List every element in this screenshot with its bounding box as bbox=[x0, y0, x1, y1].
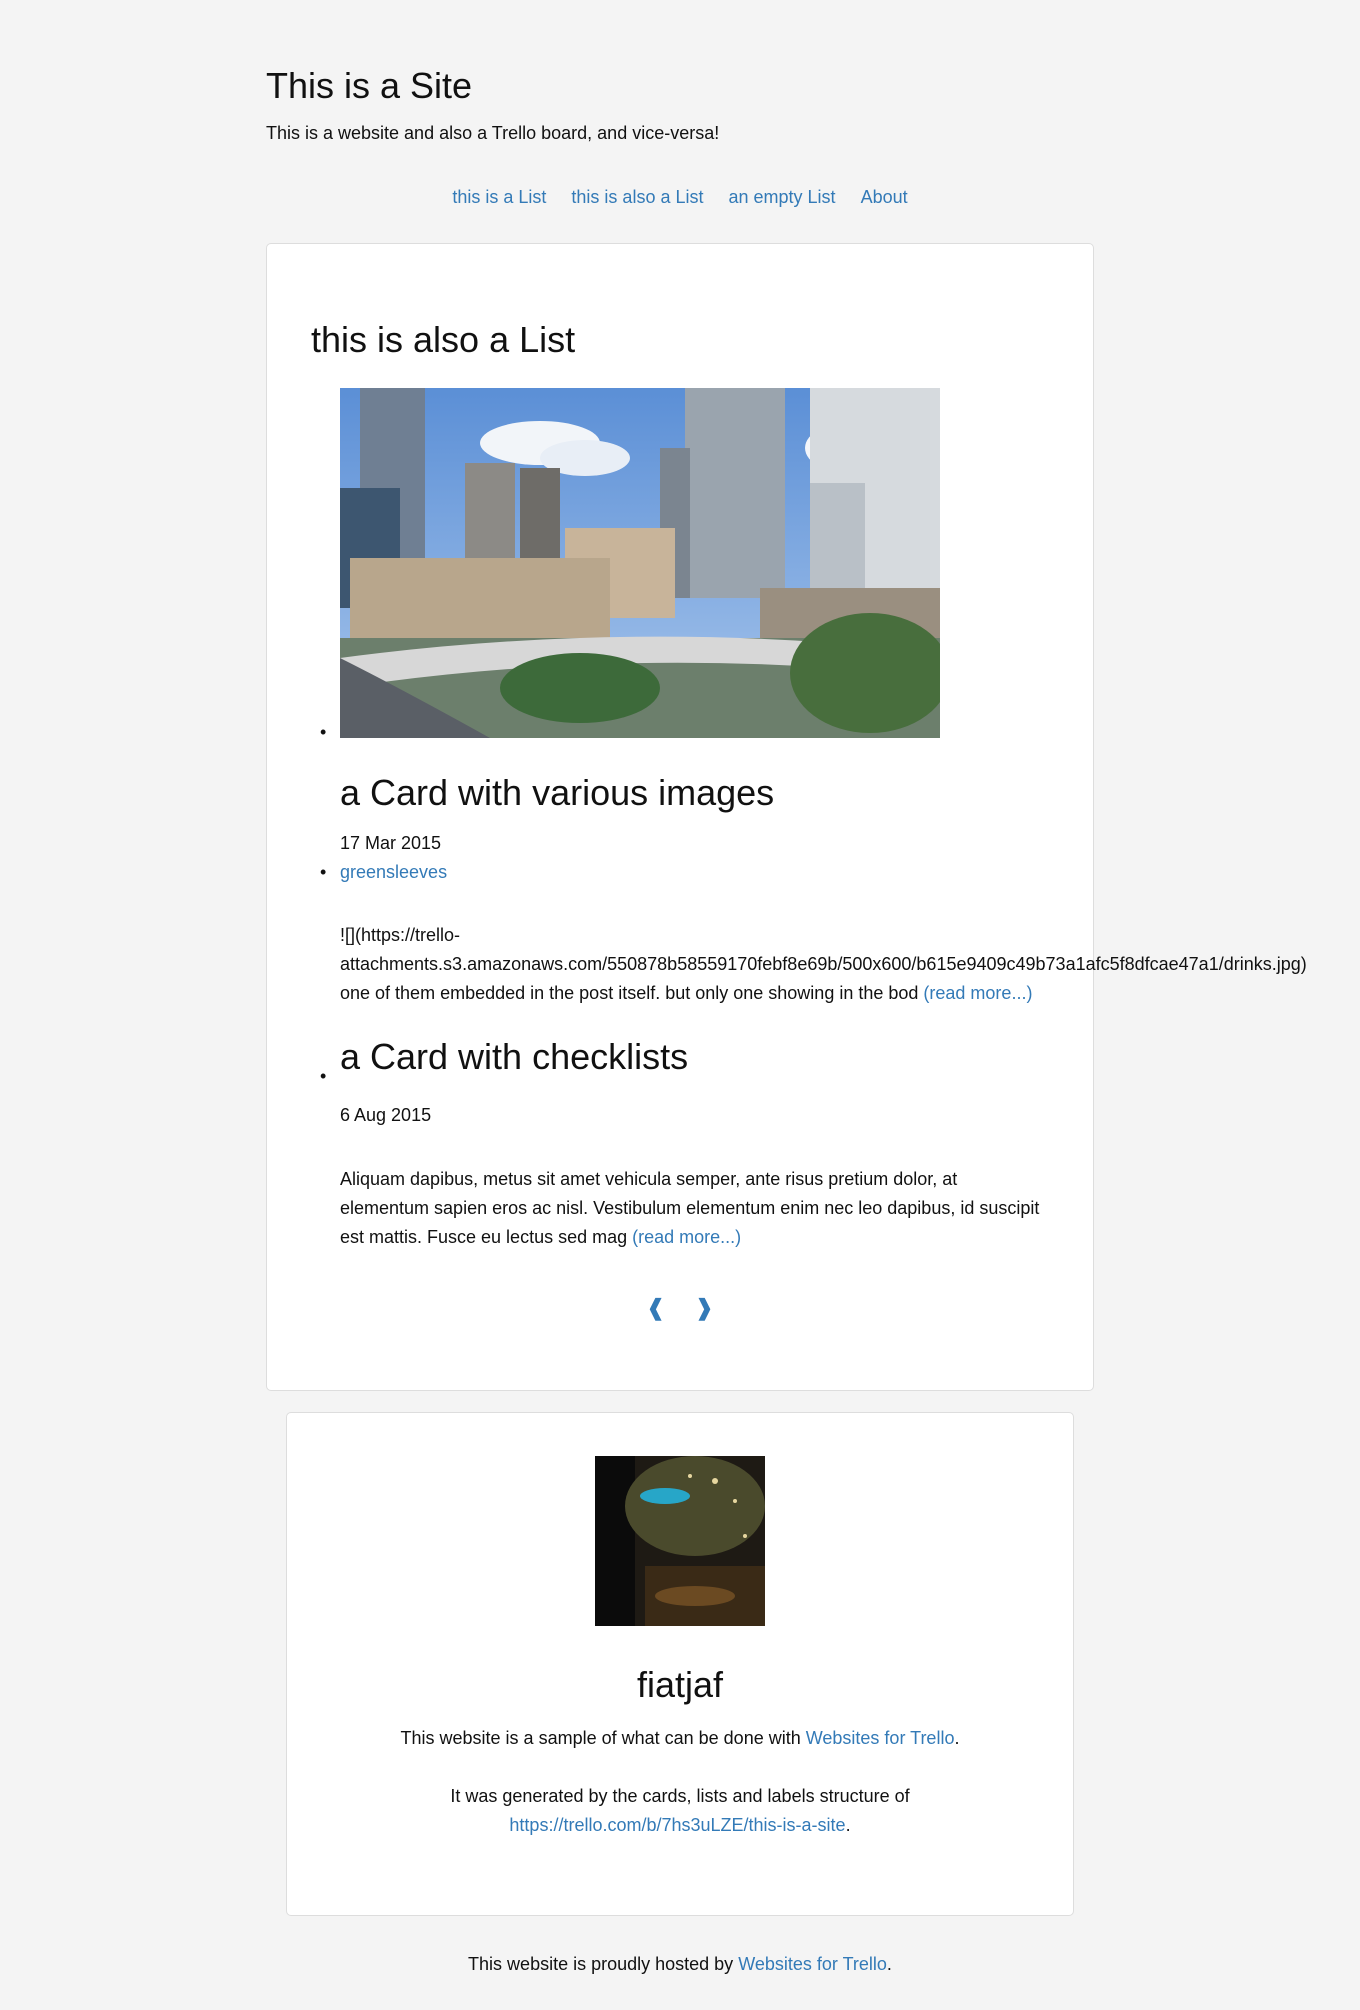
read-more-link[interactable]: (read more...) bbox=[632, 1227, 741, 1247]
site-description: This is a website and also a Trello boar… bbox=[266, 123, 720, 143]
card-excerpt: ![](https://trello- attachments.s3.amazo… bbox=[340, 921, 1340, 1008]
excerpt-line: one of them embedded in the post itself.… bbox=[340, 979, 1340, 1008]
pager: ❰ ❱ bbox=[267, 1296, 1093, 1320]
card-date: 6 Aug 2015 bbox=[340, 1105, 432, 1125]
list-bullet: • bbox=[320, 1066, 327, 1086]
card-excerpt: Aliquam dapibus, metus sit amet vehicula… bbox=[340, 1165, 1040, 1252]
author-name: fiatjaf bbox=[636, 1664, 724, 1705]
list-bullet: • bbox=[320, 722, 327, 742]
avatar-image bbox=[595, 1456, 765, 1626]
author-text: It was generated by the cards, lists and… bbox=[450, 1786, 910, 1806]
card-title-link[interactable]: a Card with checklists bbox=[340, 1035, 688, 1079]
site-title: This is a Site bbox=[266, 65, 473, 106]
trello-board-link[interactable]: https://trello.com/b/7hs3uLZE/this-is-a-… bbox=[509, 1815, 845, 1835]
excerpt-line: ![](https://trello- bbox=[340, 925, 461, 945]
author-generated-note: It was generated by the cards, lists and… bbox=[287, 1782, 1073, 1840]
main-nav: this is a List this is also a List an em… bbox=[0, 185, 1360, 209]
nav-link-this-is-also-a-list[interactable]: this is also a List bbox=[571, 187, 703, 207]
author-panel: fiatjaf This website is a sample of what… bbox=[286, 1412, 1074, 1916]
author-description: This website is a sample of what can be … bbox=[287, 1724, 1073, 1753]
nav-link-about[interactable]: About bbox=[861, 187, 908, 207]
footer-text: This website is proudly hosted by bbox=[468, 1954, 739, 1974]
nav-link-this-is-a-list[interactable]: this is a List bbox=[452, 187, 546, 207]
footer-text: . bbox=[886, 1954, 892, 1974]
excerpt-line: attachments.s3.amazonaws.com/550878b5855… bbox=[340, 954, 1307, 974]
list-panel: this is also a List • a Card with variou… bbox=[266, 243, 1307, 1391]
avatar bbox=[595, 1456, 765, 1626]
excerpt-text: one of them embedded in the post itself.… bbox=[340, 983, 919, 1003]
author-text: . bbox=[954, 1728, 960, 1748]
footer-websites-for-trello-link[interactable]: Websites for Trello bbox=[738, 1954, 887, 1974]
site-footer: This website is proudly hosted by Websit… bbox=[0, 1952, 1360, 1976]
card-date: 17 Mar 2015 bbox=[340, 833, 442, 853]
read-more-link[interactable]: (read more...) bbox=[923, 983, 1032, 1003]
prev-page-button[interactable]: ❰ bbox=[647, 1295, 665, 1320]
author-text: This website is a sample of what can be … bbox=[400, 1728, 806, 1748]
label-bullet: • bbox=[320, 862, 327, 882]
card-title-link[interactable]: a Card with various images bbox=[340, 771, 774, 815]
next-page-button[interactable]: ❱ bbox=[695, 1295, 713, 1320]
list-title: this is also a List bbox=[311, 319, 576, 360]
city-skyline-image bbox=[340, 388, 940, 738]
card-label-greensleeves[interactable]: greensleeves bbox=[340, 860, 447, 884]
card-cover-image[interactable] bbox=[340, 388, 940, 738]
author-text: . bbox=[845, 1815, 851, 1835]
nav-link-an-empty-list[interactable]: an empty List bbox=[729, 187, 836, 207]
websites-for-trello-link[interactable]: Websites for Trello bbox=[806, 1728, 955, 1748]
